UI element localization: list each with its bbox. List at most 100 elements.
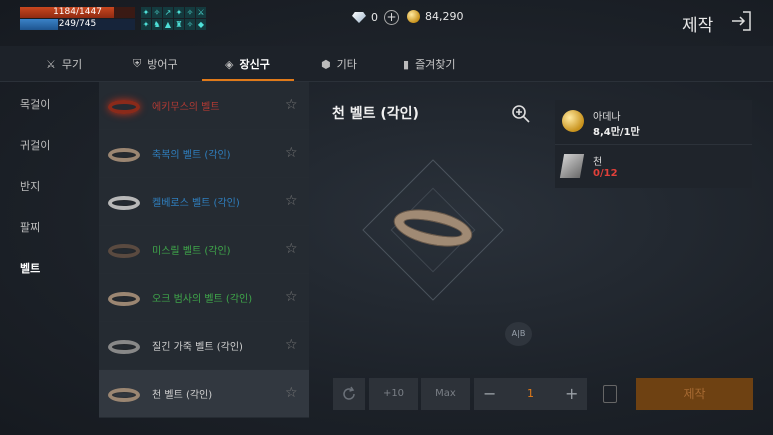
favorite-star-icon[interactable]: ☆ (285, 97, 298, 113)
tab-favorites[interactable]: ▮ 즐겨찾기 (403, 46, 456, 82)
list-item[interactable]: 질긴 가죽 벨트 (각인) ☆ (99, 322, 309, 370)
page-title: 제작 (682, 16, 714, 36)
cloth-icon (559, 154, 585, 178)
tab-label: 즐겨찾기 (415, 58, 456, 71)
category-belt[interactable]: 벨트 (20, 260, 40, 276)
bookmark-icon: ▮ (403, 57, 410, 71)
buff-icon: ✧ (185, 19, 195, 30)
item-name: 오크 범사의 벨트 (각인) (152, 294, 253, 305)
craft-button[interactable]: 제작 (636, 378, 753, 410)
plus-ten-button[interactable]: +10 (369, 378, 418, 410)
sword-icon: ⚔ (46, 57, 56, 71)
material-name: 아데나 (593, 112, 621, 123)
diamond-icon (352, 12, 366, 23)
buff-icon: ◆ (196, 19, 206, 30)
favorite-star-icon[interactable]: ☆ (285, 289, 298, 305)
material-name: 천 (593, 157, 603, 168)
item-name: 축복의 벨트 (각인) (152, 150, 231, 161)
item-thumbnail (106, 284, 142, 312)
adena-currency: 84,290 (407, 10, 464, 23)
quantity-stepper: − 1 + (474, 378, 587, 410)
shield-icon: ⛨ (133, 57, 142, 70)
item-thumbnail (106, 92, 142, 120)
item-thumbnail (106, 188, 142, 216)
item-thumbnail (106, 380, 142, 408)
diamond-count: 0 (371, 11, 378, 24)
item-detail-title: 천 벨트 (각인) (332, 106, 419, 122)
max-button[interactable]: Max (421, 378, 470, 410)
category-earring[interactable]: 귀걸이 (20, 137, 50, 153)
materials-panel: 아데나 8,4만/1만 천 0/12 (555, 100, 752, 188)
material-row: 아데나 8,4만/1만 (555, 100, 752, 144)
buff-icon: ⚔ (196, 7, 206, 18)
list-item-selected[interactable]: 천 벨트 (각인) ☆ (99, 370, 309, 418)
zoom-in-icon[interactable] (511, 104, 531, 124)
compare-ab-icon[interactable]: A|B (505, 322, 532, 346)
refresh-icon (343, 386, 355, 400)
increase-button[interactable]: + (565, 378, 578, 410)
tab-label: 무기 (61, 58, 83, 71)
favorite-star-icon[interactable]: ☆ (285, 385, 298, 401)
item-thumbnail (106, 332, 142, 360)
adena-coin-icon (407, 10, 420, 23)
add-diamond-button[interactable]: + (384, 10, 399, 25)
category-ring[interactable]: 반지 (20, 178, 40, 194)
buff-icon: ♜ (174, 19, 184, 30)
item-thumbnail (106, 140, 142, 168)
decrease-button[interactable]: − (483, 378, 496, 410)
item-thumbnail (106, 236, 142, 264)
accessory-icon: ◈ (225, 57, 234, 71)
tab-label: 기타 (336, 58, 357, 71)
list-item[interactable]: 오크 범사의 벨트 (각인) ☆ (99, 274, 309, 322)
mp-text: 249/745 (58, 19, 97, 29)
item-list: 에키무스의 벨트 ☆ 축복의 벨트 (각인) ☆ 켈베로스 벨트 (각인) ☆ … (99, 82, 309, 435)
favorite-star-icon[interactable]: ☆ (285, 337, 298, 353)
buff-icon: ✧ (152, 7, 162, 18)
item-name: 천 벨트 (각인) (152, 390, 213, 401)
material-row: 천 0/12 (555, 145, 752, 189)
hp-bar: 1184/1447 (20, 7, 135, 18)
adena-coin-icon (562, 110, 584, 132)
list-item[interactable]: 미스릴 벨트 (각인) ☆ (99, 226, 309, 274)
reset-button[interactable] (333, 378, 365, 410)
item-name: 질긴 가죽 벨트 (각인) (152, 342, 243, 353)
tab-weapon[interactable]: ⚔ 무기 (46, 46, 82, 82)
calculator-icon[interactable] (603, 385, 617, 403)
buff-icon: ▲ (163, 19, 173, 30)
buff-icon: ✦ (174, 7, 184, 18)
tab-label: 방어구 (147, 58, 178, 71)
diamond-currency: 0 + (352, 10, 399, 25)
item-name: 미스릴 벨트 (각인) (152, 246, 231, 257)
tab-etc[interactable]: ⬢ 기타 (321, 46, 357, 82)
favorite-star-icon[interactable]: ☆ (285, 193, 298, 209)
list-item[interactable]: 축복의 벨트 (각인) ☆ (99, 130, 309, 178)
adena-count: 84,290 (425, 10, 464, 23)
favorite-star-icon[interactable]: ☆ (285, 241, 298, 257)
list-item[interactable]: 에키무스의 벨트 ☆ (99, 82, 309, 130)
cube-icon: ⬢ (321, 57, 331, 71)
active-tab-indicator (202, 79, 294, 81)
material-count: 0/12 (593, 168, 618, 179)
buff-icons: ✦ ✧ ↗ ✦ ✧ ⚔ ✦ ♞ ▲ ♜ ✧ ◆ (141, 7, 207, 30)
buff-icon: ✦ (141, 19, 151, 30)
buff-icon: ✦ (141, 7, 151, 18)
category-bracelet[interactable]: 팔찌 (20, 219, 40, 235)
exit-icon[interactable] (730, 10, 752, 32)
item-name: 에키무스의 벨트 (152, 102, 220, 113)
tab-armor[interactable]: ⛨ 방어구 (133, 46, 178, 82)
hp-text: 1184/1447 (53, 7, 102, 17)
tab-accessory[interactable]: ◈ 장신구 (225, 46, 270, 82)
category-tabs: ⚔ 무기 ⛨ 방어구 ◈ 장신구 ⬢ 기타 ▮ 즐겨찾기 (0, 46, 773, 82)
top-bar: 1184/1447 249/745 ✦ ✧ ↗ ✦ ✧ ⚔ ✦ ♞ ▲ ♜ ✧ … (0, 0, 773, 46)
item-name: 켈베로스 벨트 (각인) (152, 198, 240, 209)
buff-icon: ♞ (152, 19, 162, 30)
buff-icon: ↗ (163, 7, 173, 18)
buff-icon: ✧ (185, 7, 195, 18)
quantity-value: 1 (527, 387, 534, 400)
favorite-star-icon[interactable]: ☆ (285, 145, 298, 161)
tab-label: 장신구 (239, 58, 270, 71)
mp-bar: 249/745 (20, 19, 135, 30)
material-count: 8,4만/1만 (593, 127, 640, 138)
list-item[interactable]: 켈베로스 벨트 (각인) ☆ (99, 178, 309, 226)
category-necklace[interactable]: 목걸이 (20, 96, 50, 112)
